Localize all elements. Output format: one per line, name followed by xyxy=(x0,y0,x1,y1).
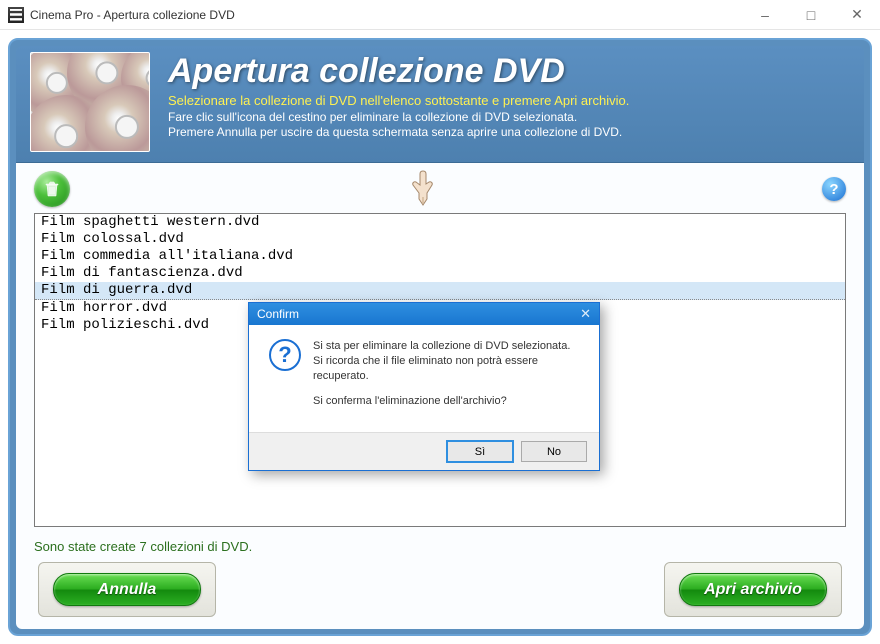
delete-button[interactable] xyxy=(34,171,70,207)
list-item[interactable]: Film spaghetti western.dvd xyxy=(35,214,845,231)
cancel-button-wrap: Annulla xyxy=(38,562,216,617)
list-item[interactable]: Film di guerra.dvd xyxy=(35,282,845,300)
dialog-text: Si sta per eliminare la collezione di DV… xyxy=(313,339,579,418)
dialog-title: Confirm xyxy=(257,307,299,321)
dialog-no-button[interactable]: No xyxy=(521,441,587,462)
list-item[interactable]: Film commedia all'italiana.dvd xyxy=(35,248,845,265)
close-button[interactable]: ✕ xyxy=(834,0,880,30)
maximize-button[interactable]: □ xyxy=(788,0,834,30)
dialog-close-button[interactable]: ✕ xyxy=(580,306,591,322)
dialog-body: ? Si sta per eliminare la collezione di … xyxy=(249,325,599,432)
header-subtitle-2: Fare clic sull'icona del cestino per eli… xyxy=(168,110,629,124)
dialog-button-row: Sì No xyxy=(249,432,599,470)
dialog-message-2: Si conferma l'eliminazione dell'archivio… xyxy=(313,394,579,409)
trash-icon xyxy=(45,181,59,197)
window-title: Cinema Pro - Apertura collezione DVD xyxy=(30,8,742,22)
dialog-yes-button[interactable]: Sì xyxy=(447,441,513,462)
app-icon xyxy=(8,7,24,23)
open-button-wrap: Apri archivio xyxy=(664,562,842,617)
dialog-message-1: Si sta per eliminare la collezione di DV… xyxy=(313,339,579,384)
cancel-button[interactable]: Annulla xyxy=(53,573,201,606)
list-item[interactable]: Film di fantascienza.dvd xyxy=(35,265,845,282)
header-panel: Apertura collezione DVD Selezionare la c… xyxy=(16,46,864,163)
minimize-button[interactable]: – xyxy=(742,0,788,30)
page-title: Apertura collezione DVD xyxy=(168,52,629,91)
help-button[interactable]: ? xyxy=(822,177,846,201)
header-text: Apertura collezione DVD Selezionare la c… xyxy=(168,52,629,140)
hand-pointing-icon xyxy=(405,167,441,212)
status-text: Sono state create 7 collezioni di DVD. xyxy=(34,539,846,554)
bottom-button-bar: Annulla Apri archivio xyxy=(34,554,846,617)
help-icon: ? xyxy=(829,181,838,198)
dvd-collage-image xyxy=(30,52,150,152)
header-subtitle-1: Selezionare la collezione di DVD nell'el… xyxy=(168,93,629,108)
confirm-dialog: Confirm ✕ ? Si sta per eliminare la coll… xyxy=(248,302,600,471)
toolbar: ? xyxy=(34,171,846,207)
header-subtitle-3: Premere Annulla per uscire da questa sch… xyxy=(168,125,629,139)
list-item[interactable]: Film colossal.dvd xyxy=(35,231,845,248)
dialog-titlebar: Confirm ✕ xyxy=(249,303,599,325)
open-archive-button[interactable]: Apri archivio xyxy=(679,573,827,606)
window-titlebar: Cinema Pro - Apertura collezione DVD – □… xyxy=(0,0,880,30)
question-icon: ? xyxy=(269,339,301,371)
